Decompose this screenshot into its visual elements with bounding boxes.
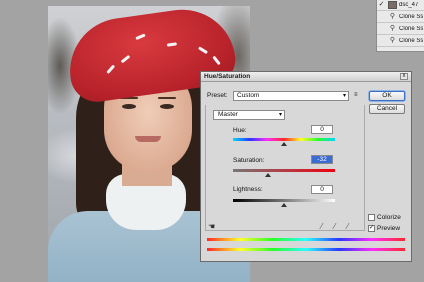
- hue-input[interactable]: 0: [311, 125, 333, 134]
- clone-stamp-icon: ⚲: [389, 13, 396, 20]
- lightness-slider-track[interactable]: [233, 199, 335, 202]
- layer-name: Clone Ss: [399, 38, 423, 44]
- layer-row[interactable]: ⚲ Clone Ss: [377, 12, 424, 23]
- eye-icon[interactable]: [377, 24, 386, 34]
- saturation-input[interactable]: -32: [311, 155, 333, 164]
- layer-name: Clone Ss: [399, 14, 423, 20]
- eyedropper-plus-icon[interactable]: ⁄: [334, 222, 335, 231]
- photo-mouth: [135, 136, 161, 142]
- preset-dropdown[interactable]: Custom ▾: [233, 91, 349, 101]
- photo-brow: [158, 97, 176, 99]
- chevron-down-icon: ▾: [342, 93, 346, 99]
- layers-panel: ✓ dsc_47 ⚲ Clone Ss ⚲ Clone Ss ⚲ Clone S…: [376, 0, 424, 52]
- layer-row[interactable]: ⚲ Clone Ss: [377, 36, 424, 47]
- layer-row[interactable]: ⚲ Clone Ss: [377, 24, 424, 35]
- saturation-slider-thumb[interactable]: [264, 173, 271, 177]
- channel-dropdown[interactable]: Master ▾: [213, 110, 285, 120]
- layer-name: Clone Ss: [399, 26, 423, 32]
- close-button[interactable]: x: [400, 73, 408, 80]
- beret-stitch: [135, 33, 146, 41]
- colorize-checkbox[interactable]: [368, 214, 375, 221]
- beret-stitch: [197, 46, 209, 55]
- ok-button[interactable]: OK: [369, 91, 405, 101]
- edit-group-box: [205, 105, 365, 231]
- beret-stitch: [166, 42, 178, 47]
- eye-icon[interactable]: [377, 36, 386, 46]
- beret-stitch: [212, 55, 221, 66]
- dialog-title: Hue/Saturation: [204, 73, 251, 80]
- eye-icon[interactable]: [377, 12, 386, 22]
- preview-checkbox[interactable]: ✓: [368, 225, 375, 232]
- hue-saturation-dialog: Hue/Saturation x Preset: Custom ▾ ≡ OK C…: [200, 71, 412, 262]
- saturation-label: Saturation:: [233, 157, 265, 164]
- preset-value: Custom: [237, 92, 260, 99]
- hue-slider-track[interactable]: [233, 138, 335, 141]
- eye-icon[interactable]: ✓: [377, 0, 386, 10]
- lightness-slider-thumb[interactable]: [281, 203, 287, 207]
- hue-slider-thumb[interactable]: [281, 142, 287, 146]
- clone-stamp-icon: ⚲: [389, 37, 396, 44]
- eyedropper-minus-icon[interactable]: ⁄: [347, 222, 348, 231]
- channel-value: Master: [218, 111, 238, 118]
- chevron-down-icon: ▾: [278, 112, 282, 118]
- layer-row[interactable]: ✓ dsc_47: [377, 0, 424, 11]
- lightness-input[interactable]: 0: [311, 185, 333, 194]
- saturation-slider-track[interactable]: [233, 169, 335, 172]
- output-spectrum-bar: [207, 248, 405, 251]
- dialog-titlebar[interactable]: Hue/Saturation x: [201, 72, 411, 82]
- clone-stamp-icon: ⚲: [389, 25, 396, 32]
- hue-label: Hue:: [233, 127, 247, 134]
- photo-eye: [122, 104, 136, 109]
- beret-stitch: [120, 54, 131, 64]
- layer-thumbnail: [388, 1, 397, 9]
- lightness-label: Lightness:: [233, 186, 263, 193]
- preset-options-icon[interactable]: ≡: [354, 92, 358, 98]
- layer-name: dsc_47: [399, 2, 419, 8]
- beret-stitch: [106, 64, 116, 74]
- input-spectrum-bar: [207, 238, 405, 241]
- preview-label: Preview: [377, 225, 401, 232]
- eyedropper-icon[interactable]: ⁄: [321, 222, 322, 231]
- cancel-button[interactable]: Cancel: [369, 104, 405, 114]
- photo-eye: [160, 104, 174, 109]
- colorize-label: Colorize: [377, 214, 401, 221]
- hand-tool-icon[interactable]: ☚: [208, 222, 215, 231]
- preset-label: Preset:: [207, 92, 228, 99]
